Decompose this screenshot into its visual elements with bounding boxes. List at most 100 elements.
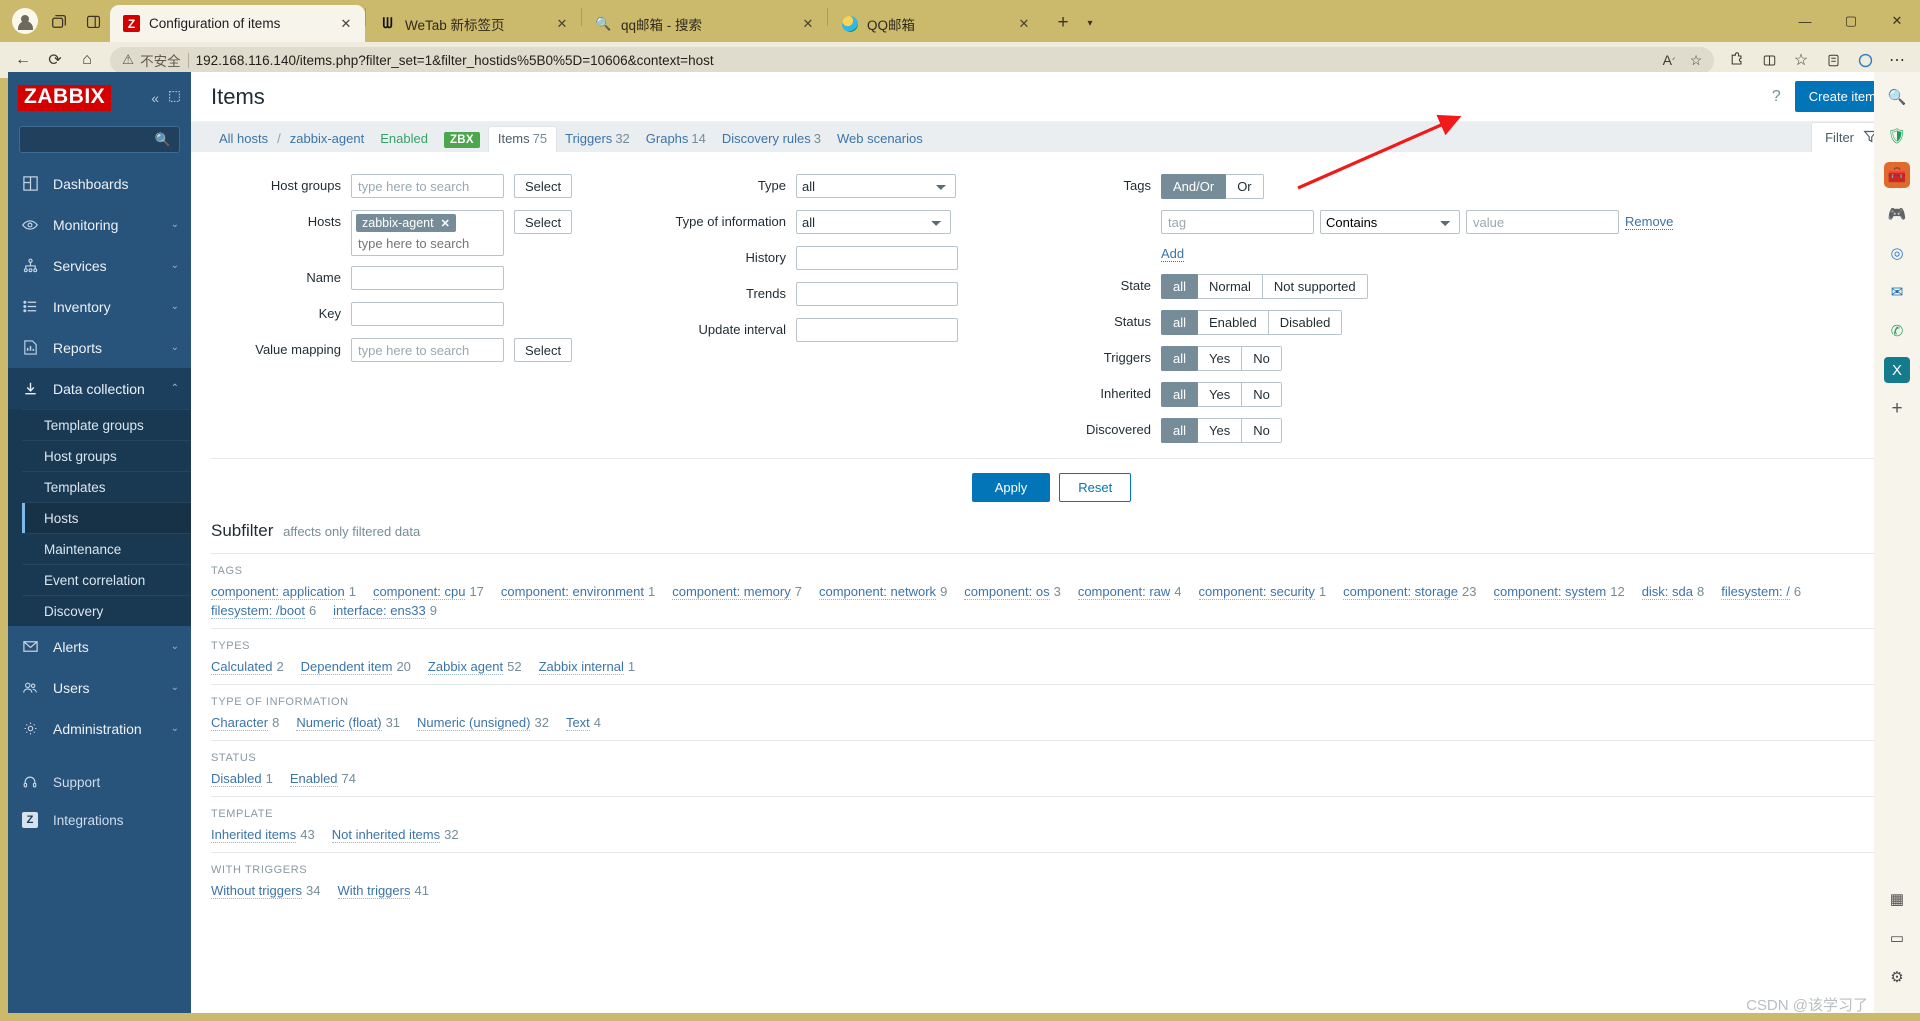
question-mark-icon[interactable]: ? <box>1772 88 1781 106</box>
state-not-supported-option[interactable]: Not supported <box>1261 274 1368 299</box>
apply-button[interactable]: Apply <box>971 473 1051 502</box>
chevron-down-icon[interactable]: ▾ <box>1079 9 1101 37</box>
browser-tab-3[interactable]: QQ邮箱 ✕ <box>828 5 1043 42</box>
shield-icon[interactable]: 🛡 <box>1884 123 1910 149</box>
subfilter-item[interactable]: component: environment 1 <box>500 584 655 600</box>
tab-items[interactable]: Items 75 <box>487 126 558 153</box>
profile-avatar-button[interactable] <box>8 4 42 38</box>
sidebar-item-services[interactable]: Services ⌄ <box>8 245 191 286</box>
history-input[interactable] <box>796 246 958 270</box>
sidebar-item-alerts[interactable]: Alerts ⌄ <box>8 626 191 667</box>
sidebar-item-monitoring[interactable]: Monitoring ⌄ <box>8 204 191 245</box>
hosts-multiselect[interactable]: zabbix-agent ✕ <box>351 210 504 256</box>
subfilter-item[interactable]: Zabbix agent 52 <box>427 659 522 675</box>
subfilter-item[interactable]: Dependent item 20 <box>300 659 411 675</box>
whatsapp-icon[interactable]: ✆ <box>1884 318 1910 344</box>
inherited-yes-option[interactable]: Yes <box>1197 382 1242 407</box>
sidebar-item-support[interactable]: Support <box>8 763 191 801</box>
close-icon[interactable]: ✕ <box>799 15 817 33</box>
status-enabled-option[interactable]: Enabled <box>1197 310 1268 335</box>
collections-icon[interactable] <box>1818 45 1848 75</box>
subfilter-item[interactable]: Not inherited items 32 <box>331 827 459 843</box>
maximize-button[interactable]: ▢ <box>1828 0 1874 42</box>
browser-tab-2[interactable]: 🔍 qq邮箱 - 搜索 ✕ <box>582 5 827 42</box>
home-icon[interactable]: ⌂ <box>72 45 102 75</box>
tab-triggers[interactable]: Triggers 32 <box>557 131 638 152</box>
breadcrumb-host[interactable]: zabbix-agent <box>282 131 372 152</box>
reload-icon[interactable]: ⟳ <box>40 45 70 75</box>
tab-actions-icon[interactable] <box>76 4 110 38</box>
tags-andor-option[interactable]: And/Or <box>1161 174 1226 199</box>
sidebar-item-administration[interactable]: Administration ⌄ <box>8 708 191 749</box>
subfilter-item[interactable]: component: memory 7 <box>672 584 802 600</box>
extensions-icon[interactable] <box>1722 45 1752 75</box>
type-select[interactable]: all <box>796 174 956 198</box>
subfilter-item[interactable]: component: raw 4 <box>1077 584 1182 600</box>
tag-name-input[interactable] <box>1161 210 1314 234</box>
browser-tab-0[interactable]: Z Configuration of items ✕ <box>110 5 365 42</box>
tab-graphs[interactable]: Graphs 14 <box>638 131 714 152</box>
subfilter-item[interactable]: With triggers 41 <box>337 883 429 899</box>
sidebar-search[interactable]: 🔍 <box>19 126 180 153</box>
inherited-all-option[interactable]: all <box>1161 382 1198 407</box>
close-icon[interactable]: ✕ <box>441 217 450 230</box>
discovered-yes-option[interactable]: Yes <box>1197 418 1242 443</box>
x-icon[interactable]: X <box>1884 357 1910 383</box>
sidebar-item-event-correlation[interactable]: Event correlation <box>22 564 191 595</box>
address-bar[interactable]: ⚠ 不安全 192.168.116.140/items.php?filter_s… <box>110 46 1714 74</box>
sidebar-item-discovery[interactable]: Discovery <box>22 595 191 626</box>
split-screen-icon[interactable] <box>1754 45 1784 75</box>
discovered-all-option[interactable]: all <box>1161 418 1198 443</box>
subfilter-item[interactable]: Numeric (float) 31 <box>296 715 400 731</box>
chevron-down-icon[interactable]: ⌄ <box>171 342 179 353</box>
search-icon[interactable]: 🔍 <box>1884 84 1910 110</box>
close-window-button[interactable]: ✕ <box>1874 0 1920 42</box>
subfilter-item[interactable]: component: system 12 <box>1493 584 1625 600</box>
sidebar-item-reports[interactable]: Reports ⌄ <box>8 327 191 368</box>
tags-or-option[interactable]: Or <box>1225 174 1264 199</box>
more-options-icon[interactable]: ⋯ <box>1882 45 1912 75</box>
close-icon[interactable]: ✕ <box>337 15 355 33</box>
outlook-icon[interactable]: ✉ <box>1884 279 1910 305</box>
split-screen-icon[interactable]: ▦ <box>1884 886 1910 912</box>
update-interval-input[interactable] <box>796 318 958 342</box>
triggers-no-option[interactable]: No <box>1241 346 1282 371</box>
subfilter-item[interactable]: component: cpu 17 <box>372 584 484 600</box>
subfilter-item[interactable]: Calculated 2 <box>211 659 284 675</box>
copilot-icon[interactable]: ◎ <box>1884 240 1910 266</box>
chevron-down-icon[interactable]: ⌄ <box>171 301 179 312</box>
hosts-input[interactable] <box>356 235 499 253</box>
expand-sidebar-icon[interactable] <box>168 90 181 106</box>
subfilter-item[interactable]: filesystem: /6 <box>1721 584 1801 600</box>
reset-button[interactable]: Reset <box>1059 473 1132 502</box>
search-icon[interactable]: 🔍 <box>155 132 171 148</box>
star-icon[interactable]: ☆ <box>1684 48 1708 72</box>
host-groups-select-button[interactable]: Select <box>514 174 573 198</box>
search-input[interactable] <box>28 130 155 149</box>
security-warning[interactable]: ⚠ 不安全 <box>122 50 181 70</box>
close-icon[interactable]: ✕ <box>553 15 571 33</box>
subfilter-item[interactable]: component: storage 23 <box>1343 584 1477 600</box>
key-input[interactable] <box>351 302 504 326</box>
sidebar-item-inventory[interactable]: Inventory ⌄ <box>8 286 191 327</box>
add-icon[interactable]: + <box>1884 396 1910 422</box>
chevron-down-icon[interactable]: ⌄ <box>171 723 179 734</box>
subfilter-item[interactable]: Inherited items 43 <box>211 827 315 843</box>
favorites-icon[interactable]: ☆ <box>1786 45 1816 75</box>
settings-icon[interactable]: ⚙ <box>1884 964 1910 990</box>
tag-operator-select[interactable]: Contains <box>1320 210 1460 234</box>
subfilter-item[interactable]: Enabled 74 <box>289 771 356 787</box>
briefcase-icon[interactable]: 🧰 <box>1884 162 1910 188</box>
state-normal-option[interactable]: Normal <box>1197 274 1262 299</box>
minimize-button[interactable]: — <box>1782 0 1828 42</box>
value-mapping-input[interactable] <box>351 338 504 362</box>
subfilter-item[interactable]: Without triggers 34 <box>211 883 321 899</box>
subfilter-item[interactable]: component: application 1 <box>211 584 356 600</box>
back-arrow-icon[interactable]: ← <box>8 45 38 75</box>
close-icon[interactable]: ✕ <box>1015 15 1033 33</box>
tab-collections-icon[interactable] <box>42 4 76 38</box>
tab-discovery-rules[interactable]: Discovery rules 3 <box>714 131 829 152</box>
status-disabled-option[interactable]: Disabled <box>1267 310 1343 335</box>
triggers-yes-option[interactable]: Yes <box>1197 346 1242 371</box>
subfilter-item[interactable]: component: os 3 <box>964 584 1061 600</box>
